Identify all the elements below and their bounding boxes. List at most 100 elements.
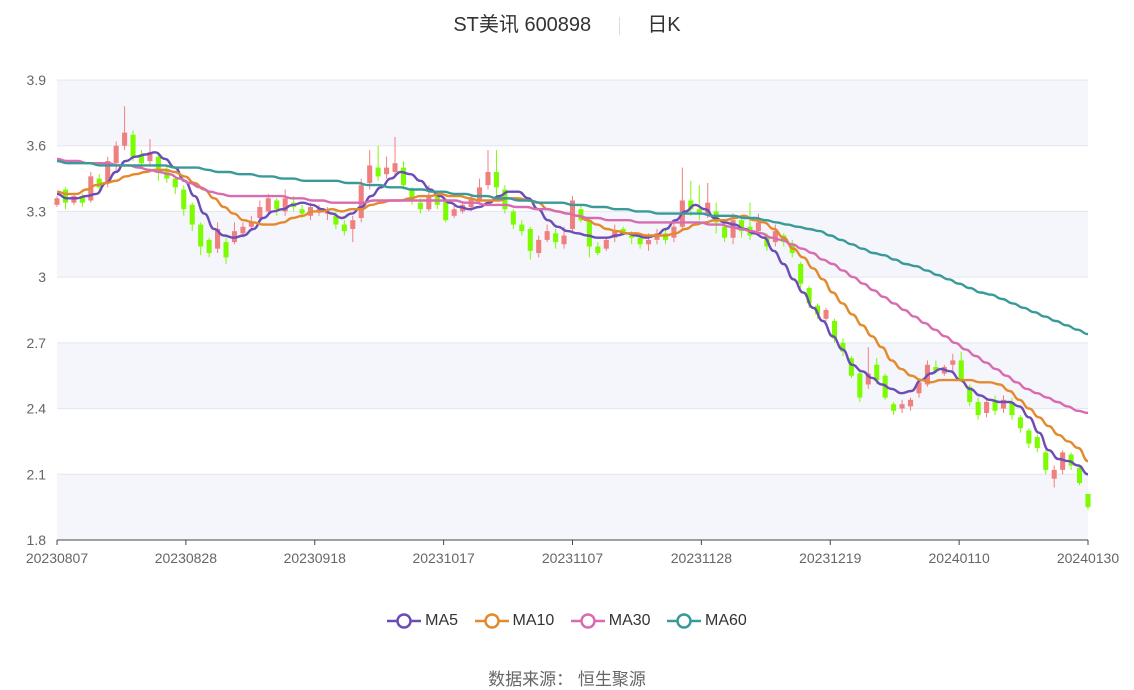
legend-item-ma10[interactable]: MA10 (474, 612, 555, 630)
y-tick-label: 2.1 (27, 466, 47, 482)
candle (857, 371, 863, 402)
y-tick-label: 3 (38, 269, 46, 285)
candle-body (755, 222, 761, 232)
candle-body (198, 224, 204, 247)
legend-label-ma30: MA30 (608, 612, 651, 629)
candle-body (493, 172, 499, 188)
y-tick-label: 2.7 (27, 335, 47, 351)
candle-body (1085, 494, 1091, 508)
source-value: 恒生聚源 (577, 670, 646, 689)
candle-body (189, 204, 195, 225)
legend-ma30-marker (570, 613, 605, 629)
candle-body (181, 189, 187, 210)
candle-body (536, 239, 542, 254)
candle-body (130, 134, 136, 157)
candle-body (907, 399, 914, 407)
y-tick-label: 1.8 (27, 532, 47, 548)
x-tick-label: 20230828 (155, 550, 218, 566)
x-tick-label: 20240130 (1057, 550, 1120, 566)
legend-item-ma5[interactable]: MA5 (387, 612, 458, 630)
candle-body (155, 156, 161, 170)
candle-body (451, 209, 457, 216)
candles (54, 106, 1091, 510)
legend-ma10-marker (474, 613, 509, 629)
plot-band (57, 80, 1088, 146)
candle-body (958, 360, 964, 381)
candle-body (384, 167, 390, 175)
legend-item-ma30[interactable]: MA30 (570, 612, 651, 630)
plot-band (57, 342, 1088, 409)
legend-label-ma10: MA10 (512, 612, 555, 629)
candle (155, 154, 161, 181)
candle-body (975, 402, 981, 416)
candle-body (1026, 430, 1032, 444)
candle (113, 141, 119, 172)
candle-body (646, 239, 652, 245)
candle-body (392, 163, 398, 172)
y-axis: 1.8 2.1 2.4 2.7 3 3.3 3.6 3.9 (27, 72, 47, 548)
candle-body (586, 220, 592, 247)
candle-body (595, 246, 601, 254)
candle-body (899, 404, 905, 409)
x-tick-label: 20230807 (26, 550, 89, 566)
candle-body (637, 237, 643, 245)
candle-body (722, 226, 728, 238)
candle-body (527, 228, 533, 251)
candle (485, 150, 491, 190)
legend-label-ma5: MA5 (425, 612, 459, 629)
candle-body (206, 239, 212, 254)
candle-body (519, 224, 525, 232)
candle-body (257, 207, 263, 218)
candle-body (274, 200, 280, 210)
candle-body (443, 200, 449, 221)
candle-body (1077, 467, 1083, 484)
candle-body (113, 145, 119, 164)
candle-body (240, 226, 246, 234)
candle (1034, 434, 1040, 453)
candle-body (823, 310, 829, 319)
candle-body (122, 132, 128, 146)
candle-body (54, 198, 60, 205)
candle-body (477, 187, 483, 201)
candle (1085, 494, 1091, 510)
candle-body (400, 167, 407, 186)
candle-body (223, 242, 229, 258)
candle-body (561, 235, 567, 245)
candle (384, 156, 390, 179)
x-tick-label: 20231219 (799, 550, 862, 566)
chart-legend: MA5 MA10 MA30 MA60 (0, 612, 1134, 630)
candle-body (417, 202, 423, 210)
candle-body (984, 402, 990, 413)
candle-body (603, 239, 609, 249)
legend-label-ma60: MA60 (705, 612, 747, 629)
candle-body (341, 224, 347, 232)
candle-body (172, 178, 178, 188)
candle (54, 196, 60, 208)
plot-bands (57, 80, 1088, 540)
candle-body (367, 165, 373, 183)
candle (375, 145, 381, 181)
y-tick-label: 3.9 (27, 72, 47, 88)
candlestick-chart[interactable]: 1.82.12.42.733.33.63.9 20230807 20230828 2… (0, 0, 1134, 600)
candle (493, 150, 499, 197)
candle-body (553, 233, 559, 243)
candle (367, 150, 373, 190)
candle-body (1043, 452, 1049, 470)
candle (1026, 428, 1032, 448)
y-tick-label: 3.6 (27, 138, 47, 154)
candle-body (510, 211, 516, 225)
candle (400, 161, 407, 190)
candle-body (857, 373, 863, 398)
candle (848, 356, 854, 378)
candle-body (1017, 417, 1023, 429)
y-tick-label: 3.3 (27, 203, 47, 219)
legend-ma60-marker (667, 613, 702, 629)
x-tick-label: 20231128 (671, 550, 732, 566)
candle-body (350, 220, 356, 229)
candle-body (950, 360, 956, 365)
candle (1060, 450, 1066, 475)
candle-body (1051, 469, 1057, 479)
x-tick-label: 20231017 (412, 550, 475, 566)
legend-item-ma60[interactable]: MA60 (667, 612, 747, 630)
candle-body (299, 209, 305, 214)
